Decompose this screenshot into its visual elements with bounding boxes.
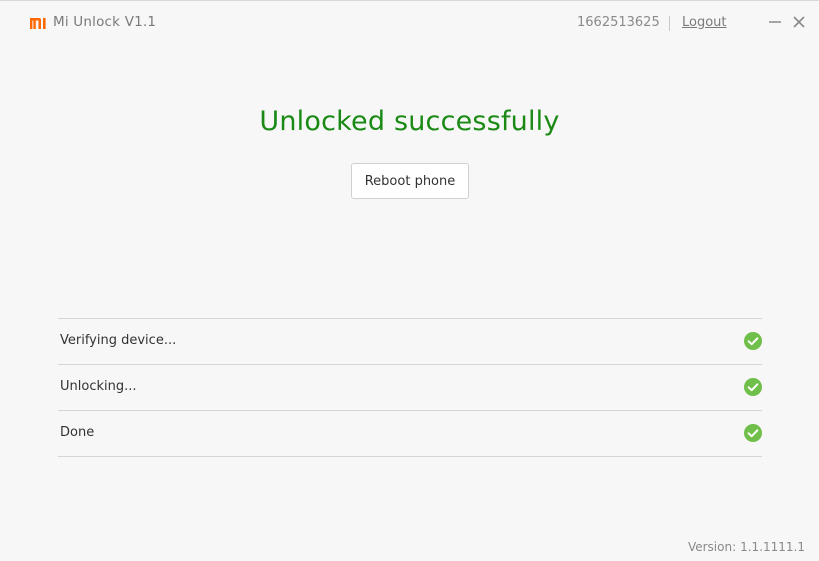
step-label: Unlocking... [60, 379, 137, 394]
mi-unlock-window: Mi Unlock V1.1 1662513625 Logout Unlocke… [0, 0, 819, 561]
app-name: Mi Unlock [53, 14, 121, 30]
app-title: Mi Unlock V1.1 [53, 14, 156, 30]
check-circle-icon [744, 424, 762, 442]
step-label: Verifying device... [60, 333, 177, 348]
logout-link[interactable]: Logout [682, 15, 727, 30]
close-icon[interactable] [792, 15, 806, 29]
version-number: 1.1.1111.1 [740, 540, 805, 554]
version-text: Version: 1.1.1111.1 [684, 540, 805, 554]
title-divider [669, 16, 670, 31]
list-item: Done [58, 411, 762, 457]
check-circle-icon [744, 332, 762, 350]
version-prefix: Version: [687, 540, 737, 554]
app-version: V1.1 [124, 14, 157, 30]
title-bar: Mi Unlock V1.1 1662513625 Logout [0, 1, 819, 45]
list-item: Unlocking... [58, 365, 762, 411]
list-item: Verifying device... [58, 319, 762, 365]
unlock-status-title: Unlocked successfully [259, 106, 560, 137]
check-circle-icon [744, 378, 762, 396]
step-label: Done [60, 425, 95, 440]
reboot-phone-button[interactable]: Reboot phone [351, 163, 469, 199]
mi-logo-icon [30, 18, 46, 29]
minimize-icon[interactable] [768, 15, 782, 29]
user-id: 1662513625 [577, 15, 660, 30]
progress-steps: Verifying device... Unlocking... Done [58, 318, 762, 457]
